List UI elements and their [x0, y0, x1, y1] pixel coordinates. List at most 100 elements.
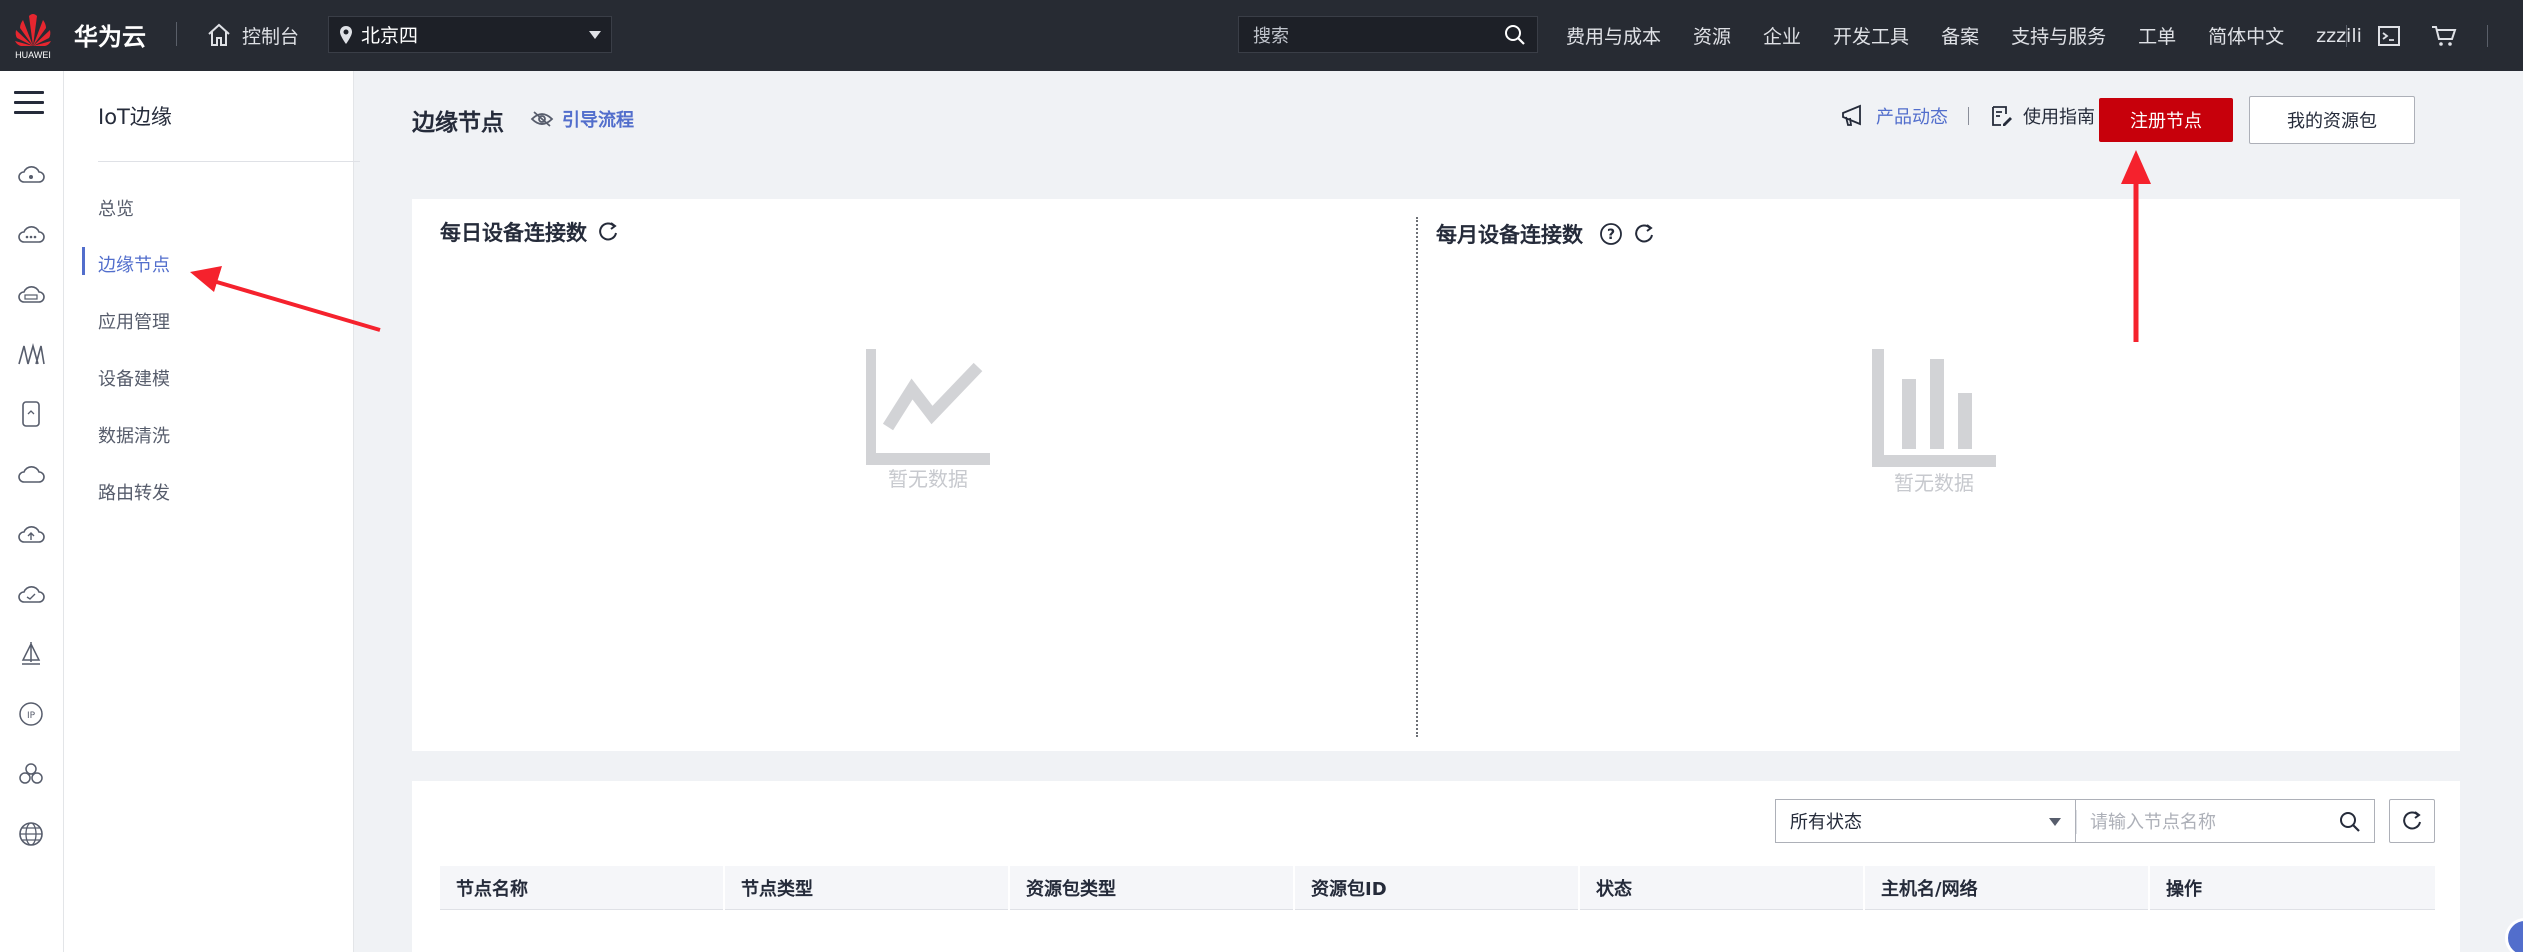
sidebar-item-app-management[interactable]: 应用管理 [98, 308, 170, 334]
console-label: 控制台 [242, 25, 300, 48]
monthly-empty-text: 暂无数据 [1894, 471, 1974, 495]
eye-off-icon [530, 111, 554, 127]
location-pin-icon [340, 25, 352, 44]
arch-icon[interactable] [16, 339, 46, 369]
top-icons [2346, 0, 2488, 71]
chevron-down-icon [589, 31, 601, 39]
sidebar-item-overview[interactable]: 总览 [98, 195, 134, 221]
nodes-table-card: 所有状态 请输入节点名称 节点名称 节点类型 资源包类型 资源包ID 状态 主机… [412, 781, 2460, 952]
divider [2076, 810, 2077, 834]
phone-icon[interactable] [16, 399, 46, 429]
cloud-check-icon[interactable] [16, 579, 46, 609]
sidebar-item-device-modeling[interactable]: 设备建模 [98, 365, 170, 391]
chevron-down-icon [2049, 818, 2061, 826]
cart-icon[interactable] [2431, 25, 2457, 47]
home-icon [208, 23, 230, 46]
monthly-chart-title: 每月设备连接数 [1436, 223, 1583, 247]
cloud-outline-icon[interactable] [16, 459, 46, 489]
node-name-search-input[interactable]: 请输入节点名称 [2075, 799, 2375, 843]
ip-icon[interactable]: IP [16, 699, 46, 729]
service-rail: IP [0, 71, 64, 952]
region-value: 北京四 [361, 25, 419, 47]
cloud-dots-icon[interactable] [16, 219, 46, 249]
logo-text: HUAWEI [15, 50, 51, 60]
connections-card: 每日设备连接数 每月设备连接数 ? 暂无数据 暂无数据 [412, 199, 2460, 751]
refresh-icon[interactable] [597, 221, 619, 243]
nav-support[interactable]: 支持与服务 [2011, 22, 2106, 49]
page-title: 边缘节点 [412, 110, 504, 136]
globe-icon[interactable] [16, 819, 46, 849]
region-select[interactable]: 北京四 [328, 16, 612, 53]
monthly-chart-header: 每月设备连接数 ? [1436, 219, 1655, 249]
daily-empty-text: 暂无数据 [888, 467, 968, 491]
daily-chart-header: 每日设备连接数 [440, 217, 619, 247]
line-chart-empty-icon [866, 349, 990, 465]
svg-text:IP: IP [27, 711, 36, 721]
node-name-placeholder: 请输入节点名称 [2090, 812, 2216, 833]
edit-doc-icon [1992, 106, 2012, 126]
top-nav: 费用与成本 资源 企业 开发工具 备案 支持与服务 工单 简体中文 zzzili [1566, 0, 2394, 71]
column-node-name[interactable]: 节点名称 [440, 866, 725, 910]
nav-enterprise[interactable]: 企业 [1763, 22, 1801, 49]
my-packages-button[interactable]: 我的资源包 [2249, 96, 2415, 144]
huawei-flower-icon [15, 14, 51, 46]
register-node-button[interactable]: 注册节点 [2099, 98, 2233, 142]
help-icon[interactable]: ? [1599, 222, 1623, 246]
status-filter-select[interactable]: 所有状态 [1775, 799, 2075, 843]
user-guide-link[interactable]: 使用指南 [2023, 103, 2095, 129]
column-actions[interactable]: 操作 [2150, 866, 2435, 910]
sidebar-item-edge-nodes[interactable]: 边缘节点 [98, 251, 170, 277]
sidebar-title: IoT边缘 [98, 105, 172, 129]
chart-divider [1416, 217, 1418, 737]
search-placeholder: 搜索 [1253, 25, 1289, 47]
divider [176, 22, 177, 46]
table-refresh-button[interactable] [2389, 799, 2435, 843]
nav-filing[interactable]: 备案 [1941, 22, 1979, 49]
global-search-input[interactable]: 搜索 [1238, 16, 1538, 53]
guide-flow-link[interactable]: 引导流程 [530, 106, 634, 132]
column-package-id[interactable]: 资源包ID [1295, 866, 1580, 910]
bar-chart-empty-icon [1872, 349, 1996, 467]
cloud-icon[interactable] [16, 159, 46, 189]
cloud-upload-icon[interactable] [16, 519, 46, 549]
nav-cost[interactable]: 费用与成本 [1566, 22, 1661, 49]
console-link[interactable]: 控制台 [206, 18, 299, 52]
huawei-logo[interactable]: HUAWEI [12, 10, 54, 60]
search-icon[interactable] [2338, 810, 2362, 834]
status-filter-value: 所有状态 [1790, 812, 1862, 833]
daily-chart-title: 每日设备连接数 [440, 221, 587, 245]
search-icon[interactable] [1503, 23, 1527, 47]
column-package-type[interactable]: 资源包类型 [1010, 866, 1295, 910]
top-bar: HUAWEI 华为云 控制台 北京四 搜索 费用与成本 资源 企业 开发工具 备… [0, 0, 2523, 71]
svg-text:?: ? [1607, 227, 1615, 243]
divider [2487, 24, 2488, 47]
nav-language[interactable]: 简体中文 [2208, 22, 2284, 49]
divider [1968, 107, 1969, 125]
nav-dev-tools[interactable]: 开发工具 [1833, 22, 1909, 49]
header-links: 产品动态 使用指南 [1840, 103, 2095, 129]
hamburger-menu-icon[interactable] [14, 91, 44, 121]
divider [98, 161, 360, 162]
nav-tickets[interactable]: 工单 [2138, 22, 2176, 49]
megaphone-icon [1842, 104, 1861, 126]
guide-flow-label: 引导流程 [562, 110, 634, 131]
cluster-icon[interactable] [16, 759, 46, 789]
sailboat-icon[interactable] [16, 639, 46, 669]
sidebar-item-routing[interactable]: 路由转发 [98, 479, 170, 505]
sidebar-item-data-cleansing[interactable]: 数据清洗 [98, 422, 170, 448]
terminal-icon[interactable] [2377, 25, 2401, 47]
divider [2346, 24, 2347, 47]
table-header: 节点名称 节点类型 资源包类型 资源包ID 状态 主机名/网络 操作 [440, 866, 2435, 910]
sidebar: IoT边缘 总览 边缘节点 应用管理 设备建模 数据清洗 路由转发 [64, 71, 360, 952]
refresh-icon [2403, 811, 2421, 830]
brand-name[interactable]: 华为云 [74, 17, 146, 52]
active-indicator [82, 247, 85, 275]
cloud-badge-icon[interactable] [16, 279, 46, 309]
column-node-type[interactable]: 节点类型 [725, 866, 1010, 910]
column-status[interactable]: 状态 [1580, 866, 1865, 910]
column-host-network[interactable]: 主机名/网络 [1865, 866, 2150, 910]
refresh-icon[interactable] [1633, 223, 1655, 245]
nav-resources[interactable]: 资源 [1693, 22, 1731, 49]
assistant-float-button[interactable] [2505, 918, 2523, 952]
product-news-link[interactable]: 产品动态 [1876, 103, 1948, 129]
